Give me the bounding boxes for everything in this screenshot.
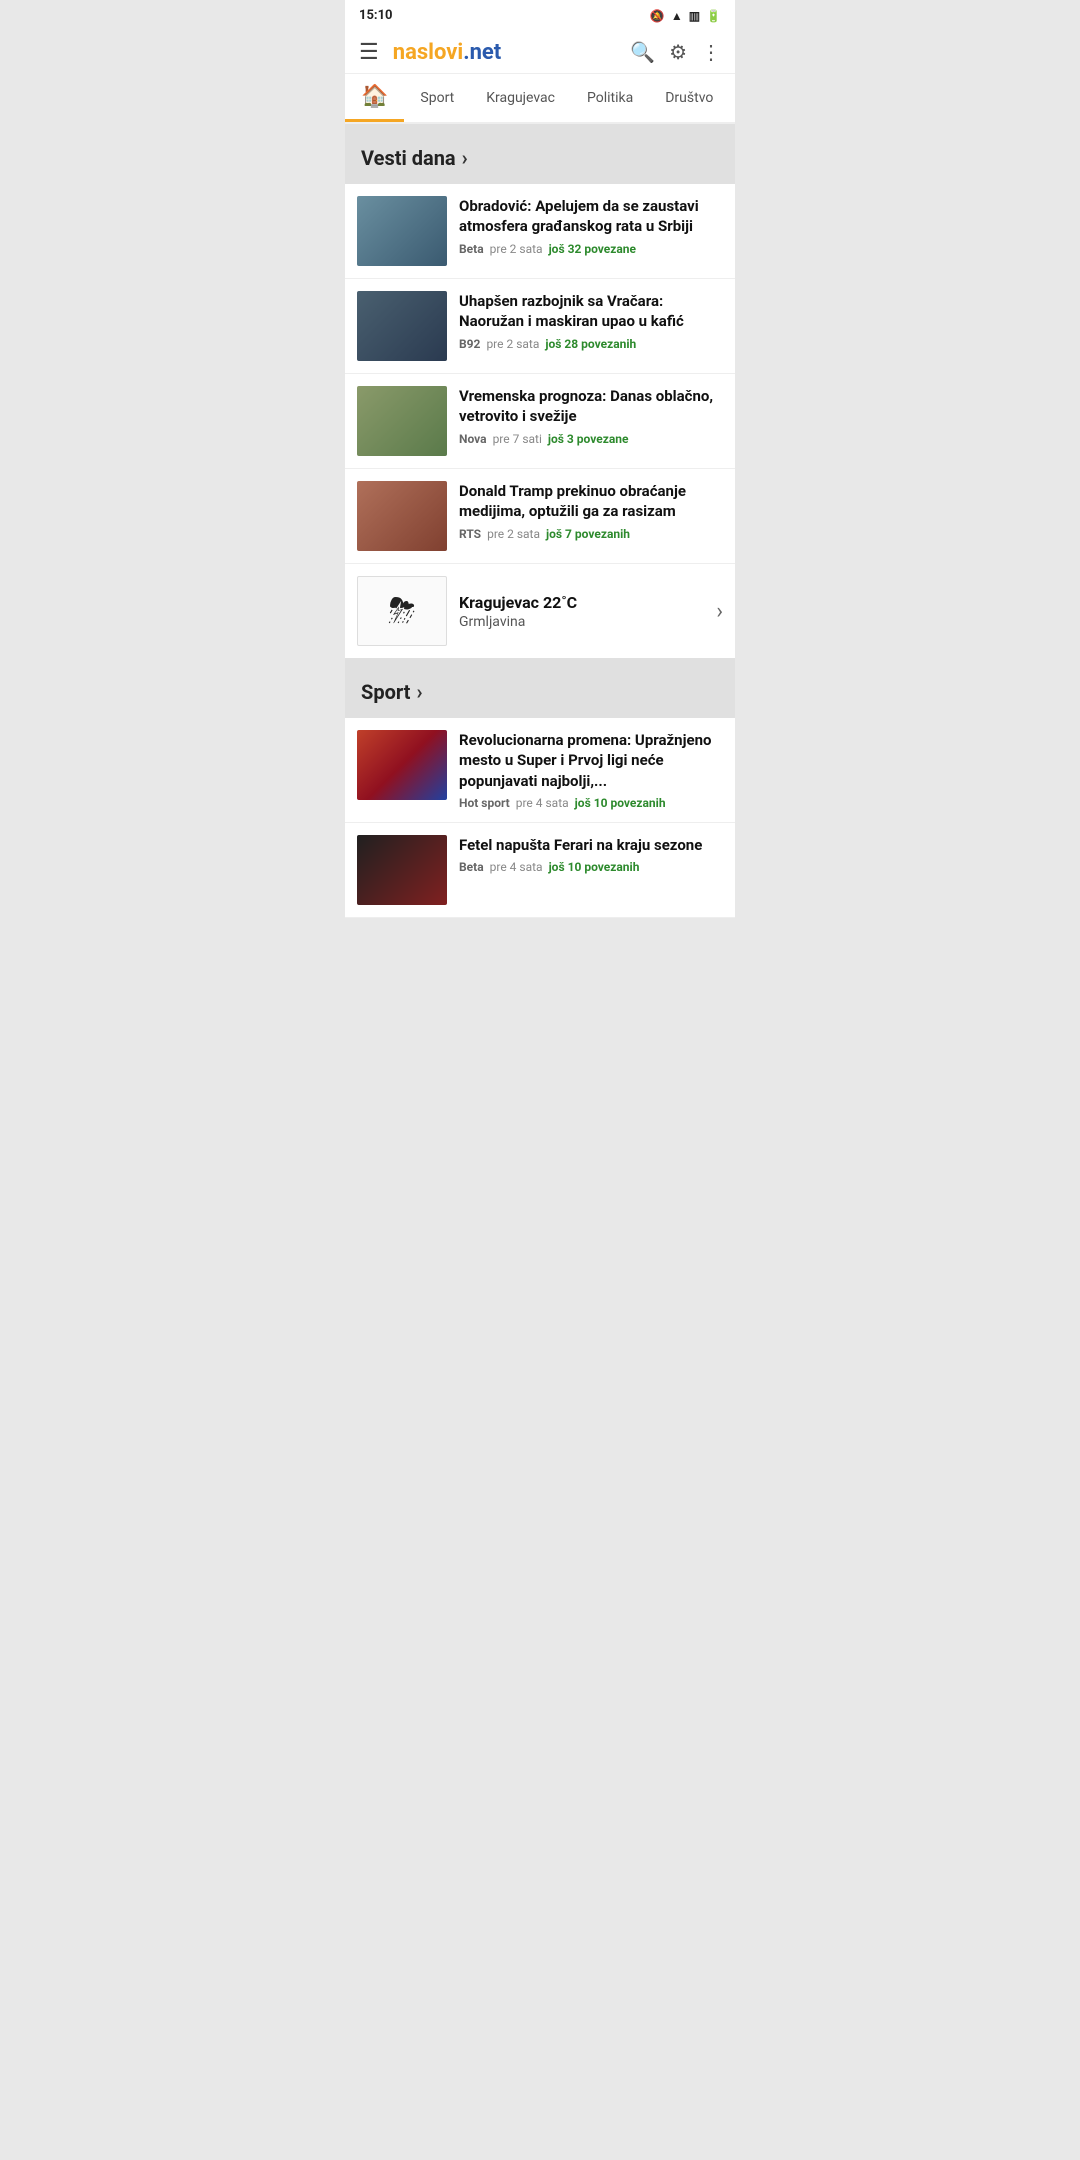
news-content-4: Donald Tramp prekinuo obraćanje medijima… xyxy=(459,481,723,541)
settings-button[interactable]: ⚙ xyxy=(669,40,687,65)
news-meta-6: Beta pre 4 sata još 10 povezanih xyxy=(459,860,723,874)
sport-arrow: › xyxy=(416,680,422,704)
search-button[interactable]: 🔍 xyxy=(630,40,655,65)
weather-arrow: › xyxy=(716,599,723,624)
logo-net: .net xyxy=(463,40,501,65)
news-related-1: još 32 povezane xyxy=(549,242,636,256)
news-content-1: Obradović: Apelujem da se zaustavi atmos… xyxy=(459,196,723,256)
status-icons: 🔕 ▲ ▥ 🔋 xyxy=(650,9,721,23)
top-nav-right: 🔍 ⚙ ⋮ xyxy=(630,40,721,65)
category-tabs: 🏠 Sport Kragujevac Politika Društvo E xyxy=(345,74,735,124)
news-title-6: Fetel napušta Ferari na kraju sezone xyxy=(459,835,723,855)
sport-heading[interactable]: Sport › xyxy=(345,666,735,718)
status-time: 15:10 xyxy=(359,8,393,23)
vesti-dana-arrow: › xyxy=(462,146,468,170)
vesti-dana-list: Obradović: Apelujem da se zaustavi atmos… xyxy=(345,184,735,658)
news-thumb-2 xyxy=(357,291,447,361)
news-meta-5: Hot sport pre 4 sata još 10 povezanih xyxy=(459,796,723,810)
news-item[interactable]: Donald Tramp prekinuo obraćanje medijima… xyxy=(345,469,735,564)
news-content-6: Fetel napušta Ferari na kraju sezone Bet… xyxy=(459,835,723,874)
news-item[interactable]: Vremenska prognoza: Danas oblačno, vetro… xyxy=(345,374,735,469)
news-meta-1: Beta pre 2 sata još 32 povezane xyxy=(459,242,723,256)
news-source-3: Nova xyxy=(459,432,487,446)
tab-home[interactable]: 🏠 xyxy=(345,74,404,122)
status-bar: 15:10 🔕 ▲ ▥ 🔋 xyxy=(345,0,735,31)
news-related-3: još 3 povezane xyxy=(548,432,629,446)
news-item[interactable]: Obradović: Apelujem da se zaustavi atmos… xyxy=(345,184,735,279)
news-meta-2: B92 pre 2 sata još 28 povezanih xyxy=(459,337,723,351)
news-thumb-4 xyxy=(357,481,447,551)
weather-item[interactable]: ⛈ Kragujevac 22˚C Grmljavina › xyxy=(345,564,735,658)
weather-cloud-icon: ⛈ xyxy=(388,591,415,631)
sport-list: Revolucionarna promena: Upražnjeno mesto… xyxy=(345,718,735,918)
weather-description: Grmljavina xyxy=(459,614,704,630)
tab-politika[interactable]: Politika xyxy=(571,78,649,118)
news-time-6: pre 4 sata xyxy=(490,860,543,874)
news-item[interactable]: Uhapšen razbojnik sa Vračara: Naoružan i… xyxy=(345,279,735,374)
signal-icon: ▥ xyxy=(689,9,700,23)
news-time-5: pre 4 sata xyxy=(516,796,569,810)
news-item[interactable]: Revolucionarna promena: Upražnjeno mesto… xyxy=(345,718,735,823)
news-meta-3: Nova pre 7 sati još 3 povezane xyxy=(459,432,723,446)
weather-info: Kragujevac 22˚C Grmljavina xyxy=(459,593,704,630)
news-title-2: Uhapšen razbojnik sa Vračara: Naoružan i… xyxy=(459,291,723,332)
top-nav-left: ☰ naslovi.net xyxy=(359,39,501,65)
news-item[interactable]: Fetel napušta Ferari na kraju sezone Bet… xyxy=(345,823,735,918)
wifi-icon: ▲ xyxy=(671,9,683,23)
news-meta-4: RTS pre 2 sata još 7 povezanih xyxy=(459,527,723,541)
weather-icon: ⛈ xyxy=(357,576,447,646)
news-related-6: još 10 povezanih xyxy=(549,860,640,874)
news-thumb-3 xyxy=(357,386,447,456)
sport-title: Sport xyxy=(361,680,410,704)
news-time-2: pre 2 sata xyxy=(486,337,539,351)
news-time-3: pre 7 sati xyxy=(493,432,542,446)
news-time-1: pre 2 sata xyxy=(490,242,543,256)
news-source-1: Beta xyxy=(459,242,484,256)
logo[interactable]: naslovi.net xyxy=(393,40,502,65)
news-thumb-1 xyxy=(357,196,447,266)
news-title-1: Obradović: Apelujem da se zaustavi atmos… xyxy=(459,196,723,237)
tab-kragujevac[interactable]: Kragujevac xyxy=(470,78,571,118)
news-title-4: Donald Tramp prekinuo obraćanje medijima… xyxy=(459,481,723,522)
news-related-2: još 28 povezanih xyxy=(545,337,636,351)
top-nav: ☰ naslovi.net 🔍 ⚙ ⋮ xyxy=(345,31,735,74)
mute-icon: 🔕 xyxy=(650,9,665,23)
news-source-6: Beta xyxy=(459,860,484,874)
tab-sport[interactable]: Sport xyxy=(404,78,470,118)
more-button[interactable]: ⋮ xyxy=(701,40,721,65)
news-content-5: Revolucionarna promena: Upražnjeno mesto… xyxy=(459,730,723,810)
tab-drustvo[interactable]: Društvo xyxy=(649,78,729,118)
news-related-4: još 7 povezanih xyxy=(546,527,630,541)
news-content-2: Uhapšen razbojnik sa Vračara: Naoružan i… xyxy=(459,291,723,351)
news-source-2: B92 xyxy=(459,337,480,351)
logo-naslovi: naslovi xyxy=(393,40,463,65)
news-title-5: Revolucionarna promena: Upražnjeno mesto… xyxy=(459,730,723,791)
news-thumb-5 xyxy=(357,730,447,800)
news-source-5: Hot sport xyxy=(459,796,510,810)
vesti-dana-heading[interactable]: Vesti dana › xyxy=(345,132,735,184)
weather-city: Kragujevac 22˚C xyxy=(459,593,704,612)
news-content-3: Vremenska prognoza: Danas oblačno, vetro… xyxy=(459,386,723,446)
hamburger-button[interactable]: ☰ xyxy=(359,39,379,65)
section-gap-top xyxy=(345,124,735,132)
section-gap-sport xyxy=(345,658,735,666)
news-thumb-6 xyxy=(357,835,447,905)
battery-icon: 🔋 xyxy=(706,9,721,23)
news-time-4: pre 2 sata xyxy=(487,527,540,541)
news-related-5: još 10 povezanih xyxy=(575,796,666,810)
tab-e[interactable]: E xyxy=(729,78,735,118)
vesti-dana-title: Vesti dana xyxy=(361,146,456,170)
news-source-4: RTS xyxy=(459,527,481,541)
news-title-3: Vremenska prognoza: Danas oblačno, vetro… xyxy=(459,386,723,427)
